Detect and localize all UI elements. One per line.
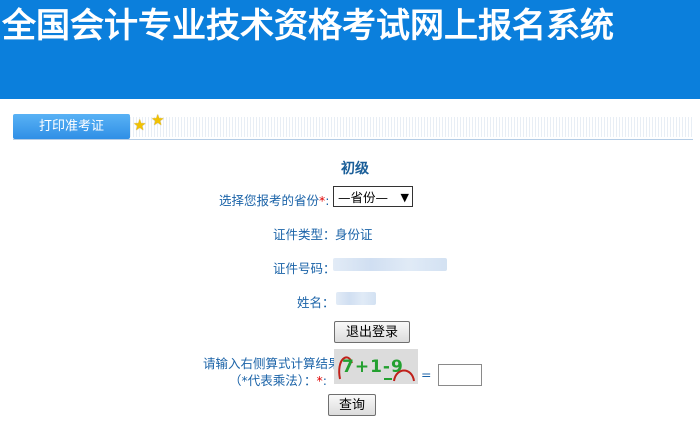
captcha-label-text: （*代表乘法）： <box>229 373 317 388</box>
star-icon: ★ <box>151 111 165 129</box>
id-type-label: 证件类型： <box>273 227 336 242</box>
name-redacted <box>336 292 376 305</box>
tab-strip <box>130 117 693 137</box>
province-select-value: —省份— <box>338 190 389 205</box>
tab-divider <box>13 139 693 140</box>
header-banner: 全国会计专业技术资格考试网上报名系统 <box>0 0 700 99</box>
province-select[interactable]: —省份— ▼ <box>333 186 413 207</box>
captcha-expression: 7+1-9 <box>342 357 404 377</box>
captcha-label-line2: （*代表乘法）：*: <box>229 373 327 388</box>
id-number-label: 证件号码： <box>273 261 336 276</box>
tab-print-admission[interactable]: 打印准考证 <box>13 114 130 139</box>
province-label-text: 选择您报考的省份 <box>219 193 320 208</box>
province-label: 选择您报考的省份*: <box>219 193 330 208</box>
id-number-redacted <box>333 258 447 271</box>
query-button[interactable]: 查询 <box>328 394 376 416</box>
equals-sign: = <box>421 367 432 382</box>
system-title: 全国会计专业技术资格考试网上报名系统 <box>2 6 614 46</box>
star-icon: ★ <box>133 116 147 134</box>
id-type-value: 身份证 <box>335 227 373 242</box>
name-label: 姓名： <box>297 295 335 310</box>
captcha-image: 7+1-9 <box>334 349 418 384</box>
exam-level: 初级 <box>341 161 369 177</box>
logout-button[interactable]: 退出登录 <box>334 321 410 343</box>
chevron-down-icon: ▼ <box>400 191 409 204</box>
captcha-input[interactable] <box>438 364 482 386</box>
